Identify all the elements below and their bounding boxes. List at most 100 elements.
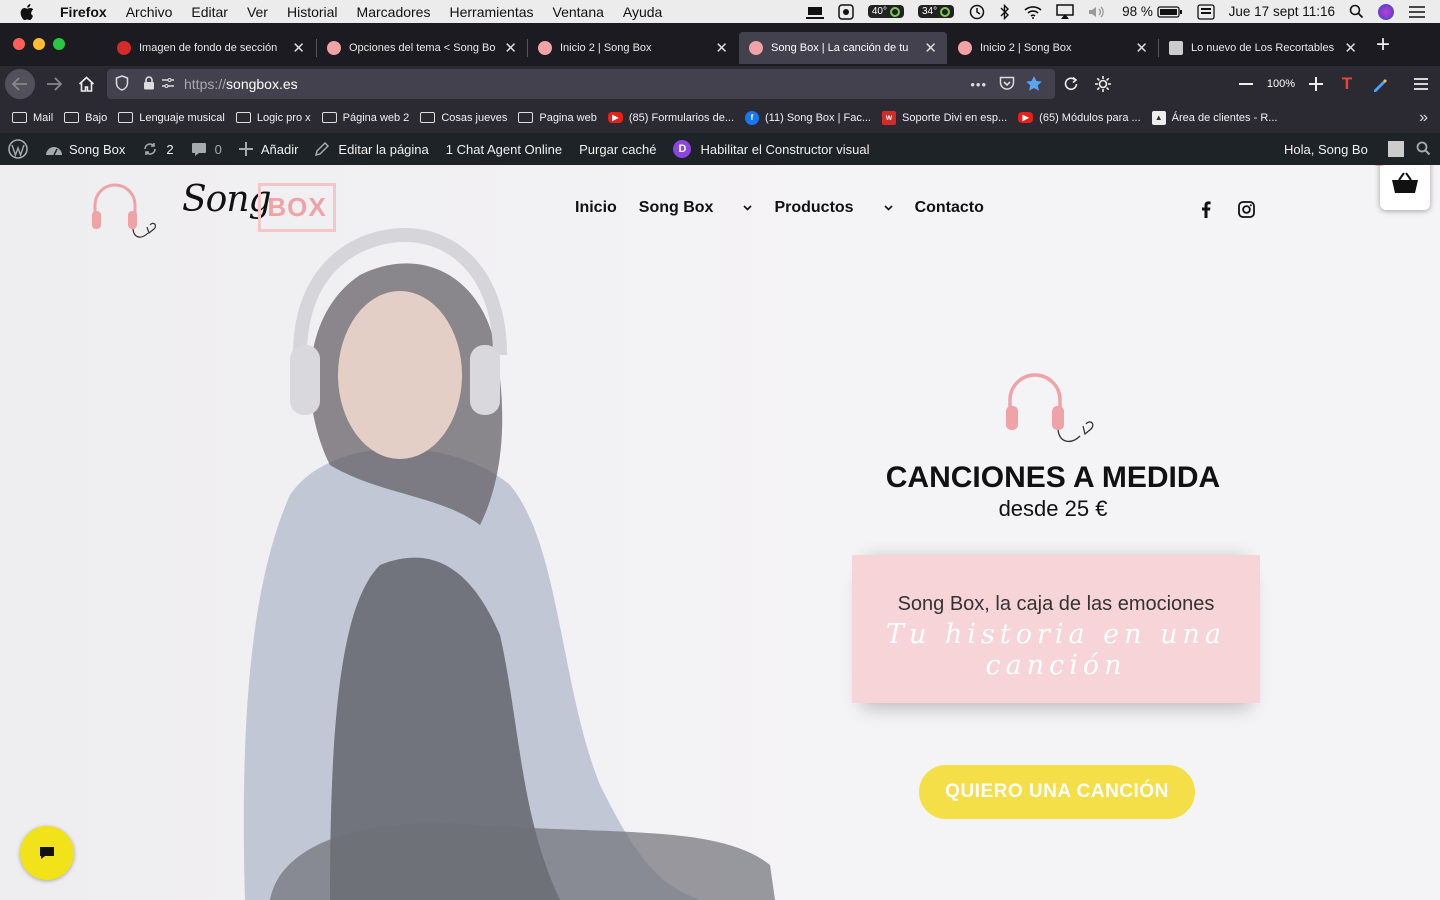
bookmark-facebook-songbox[interactable]: f (11) Song Box | Fac... xyxy=(745,110,871,125)
clock[interactable]: Jue 17 sept 11:16 xyxy=(1229,4,1335,19)
nav-contacto[interactable]: Contacto xyxy=(915,199,984,217)
bookmark-folder-pagina-web[interactable]: Pagina web xyxy=(518,112,597,124)
wp-updates[interactable]: 2 xyxy=(142,141,174,157)
tab-close-icon[interactable]: ✕ xyxy=(715,39,728,57)
wp-comments[interactable]: 0 xyxy=(191,142,222,157)
cpu-temp-badge[interactable]: 40° xyxy=(867,5,904,18)
gpu-temp-badge[interactable]: 34° xyxy=(917,5,955,18)
time-machine-icon[interactable] xyxy=(968,4,986,20)
menu-marcadores[interactable]: Marcadores xyxy=(357,4,431,20)
tab-inicio-2[interactable]: Inicio 2 | Song Box ✕ xyxy=(528,32,738,64)
menu-historial[interactable]: Historial xyxy=(287,4,338,20)
bookmark-folder-pagina-web-2[interactable]: Página web 2 xyxy=(321,111,410,124)
wp-divi-builder[interactable]: D Habilitar el Constructor visual xyxy=(673,140,870,158)
color-picker-extension-icon[interactable] xyxy=(1368,70,1392,98)
spotlight-search-icon[interactable] xyxy=(1349,4,1364,19)
url-bar[interactable]: https://songbox.es ••• xyxy=(107,69,1055,99)
home-button[interactable] xyxy=(72,70,100,98)
bookmark-folder-bajo[interactable]: Bajo xyxy=(64,112,107,124)
bookmark-youtube-formularios[interactable]: ▶ (85) Formularios de... xyxy=(607,112,734,124)
minimize-window-button[interactable] xyxy=(33,38,45,50)
tab-opciones-tema[interactable]: Opciones del tema < Song Bo ✕ xyxy=(317,32,527,64)
menu-ventana[interactable]: Ventana xyxy=(553,4,604,20)
tab-inicio-2-b[interactable]: Inicio 2 | Song Box ✕ xyxy=(948,32,1158,64)
menu-archivo[interactable]: Archivo xyxy=(126,4,173,20)
wp-site-link[interactable]: Song Box xyxy=(45,142,125,157)
zoom-level[interactable]: 100% xyxy=(1260,70,1302,98)
reload-button[interactable] xyxy=(1059,70,1083,98)
t-extension-icon[interactable]: T xyxy=(1337,70,1357,98)
bookmark-star-icon[interactable] xyxy=(1025,75,1043,95)
hamburger-menu-icon[interactable] xyxy=(1409,70,1433,98)
url-text[interactable]: https://songbox.es xyxy=(184,76,298,92)
tab-close-icon[interactable]: ✕ xyxy=(292,39,305,57)
menu-ver[interactable]: Ver xyxy=(247,4,268,20)
wordpress-logo-icon[interactable] xyxy=(8,139,28,159)
bookmark-soporte-divi[interactable]: w Soporte Divi en esp... xyxy=(882,110,1007,125)
tab-close-icon[interactable]: ✕ xyxy=(924,39,937,57)
divi-support-icon: w xyxy=(882,110,896,125)
menu-editar[interactable]: Editar xyxy=(191,4,228,20)
volume-icon[interactable] xyxy=(1088,5,1108,19)
wp-purge-cache[interactable]: Purgar caché xyxy=(579,142,656,157)
notification-icon[interactable] xyxy=(805,5,824,19)
bookmark-folder-mail[interactable]: Mail xyxy=(12,112,53,124)
zoom-window-button[interactable] xyxy=(53,38,65,50)
siri-icon[interactable] xyxy=(1378,3,1394,20)
url-host: songbox.es xyxy=(226,76,298,92)
airplay-icon[interactable] xyxy=(1056,3,1074,20)
forward-button[interactable] xyxy=(40,70,68,98)
nav-song-box[interactable]: Song Box xyxy=(639,199,753,217)
bookmark-folder-logic[interactable]: Logic pro x xyxy=(235,112,311,124)
tab-close-icon[interactable]: ✕ xyxy=(504,39,517,57)
bluetooth-icon[interactable] xyxy=(1000,3,1010,20)
chat-widget-button[interactable] xyxy=(20,826,74,880)
facebook-icon[interactable] xyxy=(1201,201,1211,223)
nav-productos[interactable]: Productos xyxy=(774,199,893,217)
menu-app-name[interactable]: Firefox xyxy=(60,4,107,20)
battery-status[interactable]: 98 % xyxy=(1122,4,1183,19)
bookmarks-overflow-chevron-icon[interactable]: » xyxy=(1419,109,1428,127)
input-source-icon[interactable] xyxy=(1197,3,1215,20)
wifi-icon[interactable] xyxy=(1024,5,1042,19)
nav-inicio[interactable]: Inicio xyxy=(575,199,617,217)
tracking-shield-icon[interactable] xyxy=(115,74,129,94)
cart-button[interactable] xyxy=(1380,165,1430,210)
page-permissions-icon[interactable] xyxy=(161,76,175,92)
bookmark-label: Página web 2 xyxy=(342,111,410,124)
menu-herramientas[interactable]: Herramientas xyxy=(449,4,533,20)
tab-imagen-fondo[interactable]: Imagen de fondo de sección ✕ xyxy=(107,32,315,64)
tab-close-icon[interactable]: ✕ xyxy=(1135,39,1148,57)
wp-search-icon[interactable] xyxy=(1416,141,1431,159)
tab-close-icon[interactable]: ✕ xyxy=(1344,39,1357,57)
lock-icon[interactable] xyxy=(143,75,155,93)
zoom-out-button[interactable] xyxy=(1236,70,1256,98)
new-tab-button[interactable]: + xyxy=(1376,33,1390,57)
extension-gear-icon[interactable] xyxy=(1091,70,1115,98)
tab-recortables[interactable]: Lo nuevo de Los Recortables ✕ xyxy=(1159,32,1367,64)
wp-add-new[interactable]: Añadir xyxy=(238,142,298,157)
page-actions-menu[interactable]: ••• xyxy=(970,77,987,92)
control-center-icon[interactable] xyxy=(1408,5,1426,19)
cta-button[interactable]: QUIERO UNA CANCIÓN xyxy=(919,765,1195,819)
bookmark-folder-lenguaje[interactable]: Lenguaje musical xyxy=(118,112,225,124)
hero-title: CANCIONES A MEDIDA xyxy=(885,461,1221,494)
bookmark-youtube-modulos[interactable]: ▶ (65) Módulos para ... xyxy=(1018,112,1141,124)
network-monitor-icon[interactable] xyxy=(838,3,854,20)
close-window-button[interactable] xyxy=(13,38,25,50)
back-button[interactable] xyxy=(5,69,35,99)
tab-favicon-icon xyxy=(327,41,341,55)
zoom-in-button[interactable] xyxy=(1306,70,1326,98)
tab-song-box-active[interactable]: Song Box | La canción de tu ✕ xyxy=(739,32,947,64)
pocket-icon[interactable] xyxy=(999,76,1015,94)
main-navigation: Inicio Song Box Productos Contacto xyxy=(575,199,1006,217)
wp-chat-agent[interactable]: 1 Chat Agent Online xyxy=(446,142,562,157)
menu-ayuda[interactable]: Ayuda xyxy=(623,4,662,20)
instagram-icon[interactable] xyxy=(1238,201,1255,223)
bookmark-folder-cosas-jueves[interactable]: Cosas jueves xyxy=(420,112,507,124)
bookmark-area-clientes[interactable]: ▲ Área de clientes - R... xyxy=(1151,110,1277,125)
apple-menu-icon[interactable] xyxy=(20,3,34,20)
wp-account-greeting[interactable]: Hola, Song Bo xyxy=(1284,142,1368,157)
wp-user-avatar[interactable] xyxy=(1388,141,1404,157)
wp-edit-page[interactable]: Editar la página xyxy=(315,142,429,157)
